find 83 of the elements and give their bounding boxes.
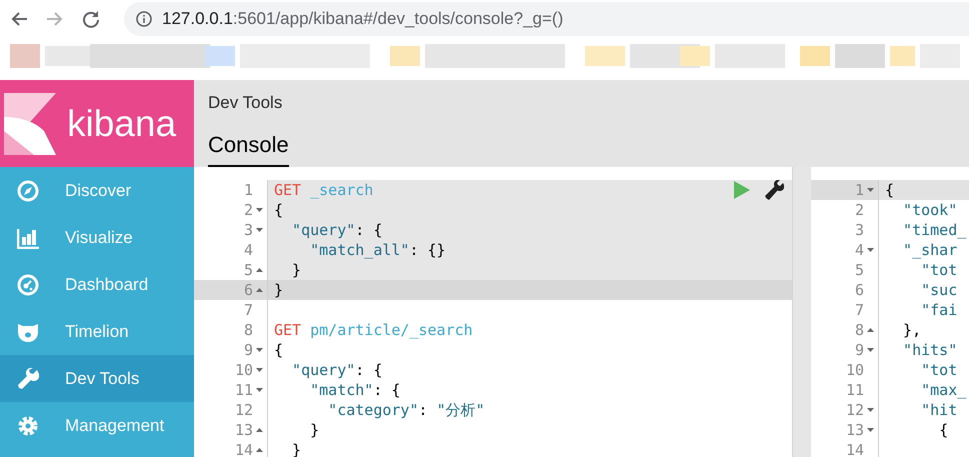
line-number: 5 <box>854 260 864 281</box>
nav-item[interactable]: Dev Tools <box>0 355 194 402</box>
code-line: "tot <box>920 361 958 379</box>
fold-icon[interactable] <box>866 348 874 352</box>
line-number: 14 <box>846 440 864 457</box>
kibana-logo-icon <box>4 92 56 154</box>
dashboard-icon <box>17 274 39 296</box>
code-line: { <box>274 201 284 219</box>
fold-icon[interactable] <box>256 388 262 392</box>
fold-end-icon[interactable] <box>256 268 262 272</box>
code-line: "match": { <box>309 381 400 399</box>
line-number: 12 <box>234 400 253 421</box>
line-number: 8 <box>854 320 864 341</box>
bar-chart-icon <box>17 226 39 248</box>
code-line: } <box>274 281 284 299</box>
fold-icon[interactable] <box>866 188 874 192</box>
code-line: }, <box>902 321 922 339</box>
fold-icon[interactable] <box>866 408 874 412</box>
code-line: } <box>291 261 302 279</box>
info-icon[interactable] <box>136 11 152 27</box>
fold-end-icon[interactable] <box>866 328 874 332</box>
code-line: "timed_ <box>902 221 966 239</box>
line-number: 9 <box>854 340 864 361</box>
fold-end-icon[interactable] <box>256 428 262 432</box>
url-text: 127.0.0.1:5601/app/kibana#/dev_tools/console?_g=() <box>162 8 564 30</box>
line-number: 9 <box>244 340 253 361</box>
fold-end-icon[interactable] <box>256 288 262 292</box>
code-line: { <box>274 341 284 359</box>
line-number: 14 <box>234 440 253 457</box>
line-number: 5 <box>244 260 253 281</box>
address-bar[interactable]: 127.0.0.1:5601/app/kibana#/dev_tools/console?_g=() <box>124 2 969 36</box>
line-number: 1 <box>244 180 253 201</box>
code-line: } <box>309 421 320 439</box>
line-number: 8 <box>244 320 253 341</box>
line-number: 10 <box>846 360 864 381</box>
page-title: Dev Tools <box>208 92 284 114</box>
code-line: "took" <box>902 201 958 219</box>
line-number: 7 <box>854 300 864 321</box>
line-number: 1 <box>854 180 864 201</box>
code-line: GET _search <box>274 181 374 199</box>
line-number: 3 <box>244 220 253 241</box>
line-number: 10 <box>234 360 253 381</box>
code-line: "match_all": {} <box>309 241 446 259</box>
back-icon[interactable] <box>10 10 28 28</box>
logo-text: kibana <box>67 105 176 142</box>
code-line: "max_ <box>920 381 966 399</box>
gear-icon <box>17 414 39 436</box>
code-line: "query": { <box>291 221 382 239</box>
fold-icon[interactable] <box>256 368 262 372</box>
line-number: 7 <box>244 300 253 321</box>
code-line: GET pm/article/_search <box>274 321 473 339</box>
code-line: "fai <box>920 301 958 319</box>
line-number: 12 <box>846 400 864 421</box>
code-line: "suc <box>920 281 958 299</box>
line-number: 11 <box>846 380 864 401</box>
fold-icon[interactable] <box>256 348 262 352</box>
code-line: "query": { <box>291 361 382 379</box>
line-number: 4 <box>244 240 253 261</box>
code-line: "tot <box>920 261 958 279</box>
code-line: { <box>885 181 894 199</box>
code-line: "hits" <box>902 341 958 359</box>
fold-end-icon[interactable] <box>256 448 262 452</box>
fold-icon[interactable] <box>256 208 262 212</box>
wrench-icon[interactable] <box>764 180 784 200</box>
wrench-icon <box>17 368 39 390</box>
code-line: { <box>938 421 948 439</box>
line-number: 3 <box>854 220 864 241</box>
fold-icon[interactable] <box>256 228 262 232</box>
line-number: 6 <box>244 280 253 301</box>
reload-icon[interactable] <box>82 10 100 28</box>
line-number: 2 <box>244 200 253 221</box>
line-number: 2 <box>854 200 864 221</box>
line-number: 11 <box>234 380 253 401</box>
line-number: 13 <box>846 420 864 441</box>
fold-icon[interactable] <box>866 428 874 432</box>
fold-icon[interactable] <box>866 248 874 252</box>
code-line: "category": "分析" <box>327 401 485 419</box>
line-number: 6 <box>854 280 864 301</box>
code-line: "hit <box>920 401 958 419</box>
compass-icon <box>17 180 39 202</box>
line-number: 4 <box>854 240 864 261</box>
line-number: 13 <box>234 420 253 441</box>
code-line: "_shar <box>902 241 958 259</box>
